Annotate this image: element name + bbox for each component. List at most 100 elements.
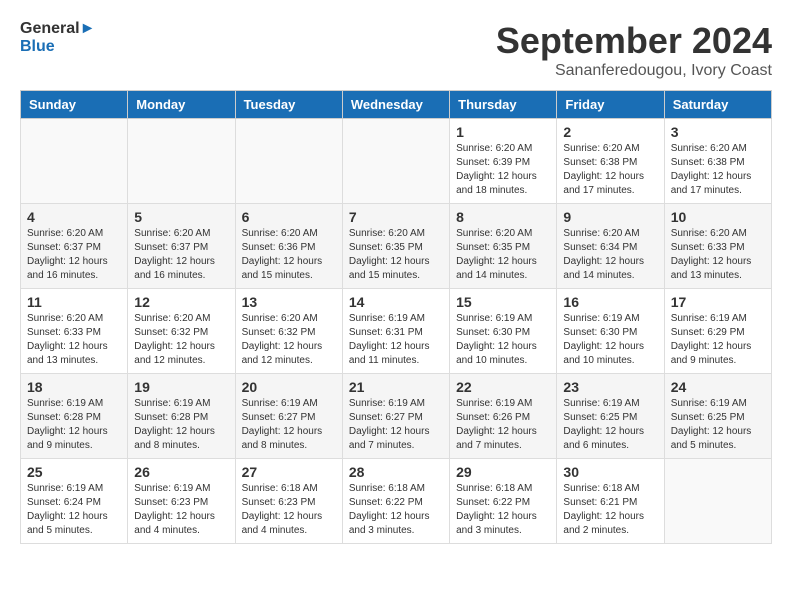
empty-cell <box>21 119 128 204</box>
day-info: Sunrise: 6:20 AMSunset: 6:38 PMDaylight:… <box>671 142 765 198</box>
calendar-day-3: 3 Sunrise: 6:20 AMSunset: 6:38 PMDaylight… <box>664 119 771 204</box>
calendar-day-16: 16Sunrise: 6:19 AMSunset: 6:30 PMDayligh… <box>557 289 664 374</box>
calendar-table: SundayMondayTuesdayWednesdayThursdayFrid… <box>20 90 772 544</box>
logo: General► Blue <box>20 20 95 55</box>
day-number: 9 <box>563 209 657 225</box>
calendar-day-29: 29 Sunrise: 6:18 AMSunset: 6:22 PMDayligh… <box>450 459 557 544</box>
header: General► Blue September 2024 Sananferedo… <box>20 20 772 80</box>
calendar-day-30: 30 Sunrise: 6:18 AMSunset: 6:21 PMDayligh… <box>557 459 664 544</box>
day-number: 29 <box>456 464 550 480</box>
day-number: 26 <box>134 464 228 480</box>
month-title: September 2024 <box>496 20 772 62</box>
calendar-day-28: 28 Sunrise: 6:18 AMSunset: 6:22 PMDayligh… <box>342 459 449 544</box>
location-subtitle: Sananferedougou, Ivory Coast <box>496 62 772 80</box>
day-number: 2 <box>563 124 657 140</box>
day-info: Sunrise: 6:19 AMSunset: 6:28 PMDaylight:… <box>134 397 228 453</box>
day-info: Sunrise: 6:20 AMSunset: 6:37 PMDaylight:… <box>134 227 228 283</box>
day-number: 8 <box>456 209 550 225</box>
day-number: 6 <box>242 209 336 225</box>
calendar-day-2: 2 Sunrise: 6:20 AMSunset: 6:38 PMDaylight… <box>557 119 664 204</box>
day-number: 16 <box>563 294 657 310</box>
day-info: Sunrise: 6:20 AMSunset: 6:35 PMDaylight:… <box>456 227 550 283</box>
day-info: Sunrise: 6:20 AMSunset: 6:32 PMDaylight:… <box>134 312 228 368</box>
day-info: Sunrise: 6:18 AMSunset: 6:22 PMDaylight:… <box>456 482 550 538</box>
day-info: Sunrise: 6:18 AMSunset: 6:22 PMDaylight:… <box>349 482 443 538</box>
day-number: 23 <box>563 379 657 395</box>
weekday-header-wednesday: Wednesday <box>342 91 449 119</box>
day-info: Sunrise: 6:19 AMSunset: 6:29 PMDaylight:… <box>671 312 765 368</box>
day-info: Sunrise: 6:20 AMSunset: 6:37 PMDaylight:… <box>27 227 121 283</box>
day-number: 19 <box>134 379 228 395</box>
calendar-day-20: 20 Sunrise: 6:19 AMSunset: 6:27 PMDayligh… <box>235 374 342 459</box>
day-number: 22 <box>456 379 550 395</box>
calendar-day-8: 8 Sunrise: 6:20 AMSunset: 6:35 PMDaylight… <box>450 204 557 289</box>
calendar-day-9: 9Sunrise: 6:20 AMSunset: 6:34 PMDaylight… <box>557 204 664 289</box>
weekday-header-saturday: Saturday <box>664 91 771 119</box>
day-info: Sunrise: 6:19 AMSunset: 6:30 PMDaylight:… <box>456 312 550 368</box>
day-info: Sunrise: 6:19 AMSunset: 6:25 PMDaylight:… <box>563 397 657 453</box>
calendar-day-26: 26 Sunrise: 6:19 AMSunset: 6:23 PMDayligh… <box>128 459 235 544</box>
calendar-day-5: 5 Sunrise: 6:20 AMSunset: 6:37 PMDaylight… <box>128 204 235 289</box>
day-info: Sunrise: 6:20 AMSunset: 6:32 PMDaylight:… <box>242 312 336 368</box>
day-number: 4 <box>27 209 121 225</box>
day-number: 11 <box>27 294 121 310</box>
day-number: 1 <box>456 124 550 140</box>
day-number: 13 <box>242 294 336 310</box>
day-info: Sunrise: 6:20 AMSunset: 6:33 PMDaylight:… <box>27 312 121 368</box>
calendar-day-10: 10 Sunrise: 6:20 AMSunset: 6:33 PMDayligh… <box>664 204 771 289</box>
calendar-day-22: 22 Sunrise: 6:19 AMSunset: 6:26 PMDayligh… <box>450 374 557 459</box>
day-info: Sunrise: 6:18 AMSunset: 6:21 PMDaylight:… <box>563 482 657 538</box>
day-number: 15 <box>456 294 550 310</box>
day-info: Sunrise: 6:19 AMSunset: 6:23 PMDaylight:… <box>134 482 228 538</box>
weekday-header-sunday: Sunday <box>21 91 128 119</box>
day-number: 18 <box>27 379 121 395</box>
day-number: 5 <box>134 209 228 225</box>
day-number: 24 <box>671 379 765 395</box>
day-info: Sunrise: 6:19 AMSunset: 6:27 PMDaylight:… <box>349 397 443 453</box>
day-info: Sunrise: 6:18 AMSunset: 6:23 PMDaylight:… <box>242 482 336 538</box>
calendar-day-24: 24 Sunrise: 6:19 AMSunset: 6:25 PMDayligh… <box>664 374 771 459</box>
day-info: Sunrise: 6:20 AMSunset: 6:38 PMDaylight:… <box>563 142 657 198</box>
calendar-day-4: 4 Sunrise: 6:20 AMSunset: 6:37 PMDaylight… <box>21 204 128 289</box>
day-number: 10 <box>671 209 765 225</box>
day-info: Sunrise: 6:19 AMSunset: 6:28 PMDaylight:… <box>27 397 121 453</box>
day-info: Sunrise: 6:19 AMSunset: 6:24 PMDaylight:… <box>27 482 121 538</box>
calendar-day-1: 1Sunrise: 6:20 AMSunset: 6:39 PMDaylight… <box>450 119 557 204</box>
calendar-day-11: 11 Sunrise: 6:20 AMSunset: 6:33 PMDayligh… <box>21 289 128 374</box>
logo-wordmark: General► Blue <box>20 20 95 55</box>
day-number: 28 <box>349 464 443 480</box>
day-info: Sunrise: 6:20 AMSunset: 6:36 PMDaylight:… <box>242 227 336 283</box>
empty-cell <box>664 459 771 544</box>
day-number: 3 <box>671 124 765 140</box>
weekday-header-thursday: Thursday <box>450 91 557 119</box>
day-info: Sunrise: 6:20 AMSunset: 6:33 PMDaylight:… <box>671 227 765 283</box>
day-info: Sunrise: 6:19 AMSunset: 6:26 PMDaylight:… <box>456 397 550 453</box>
day-number: 27 <box>242 464 336 480</box>
title-block: September 2024 Sananferedougou, Ivory Co… <box>496 20 772 80</box>
day-number: 17 <box>671 294 765 310</box>
day-info: Sunrise: 6:19 AMSunset: 6:31 PMDaylight:… <box>349 312 443 368</box>
day-info: Sunrise: 6:20 AMSunset: 6:35 PMDaylight:… <box>349 227 443 283</box>
weekday-header-friday: Friday <box>557 91 664 119</box>
calendar-day-19: 19 Sunrise: 6:19 AMSunset: 6:28 PMDayligh… <box>128 374 235 459</box>
calendar-day-23: 23 Sunrise: 6:19 AMSunset: 6:25 PMDayligh… <box>557 374 664 459</box>
calendar-day-21: 21Sunrise: 6:19 AMSunset: 6:27 PMDayligh… <box>342 374 449 459</box>
day-number: 25 <box>27 464 121 480</box>
calendar-day-27: 27 Sunrise: 6:18 AMSunset: 6:23 PMDayligh… <box>235 459 342 544</box>
day-number: 20 <box>242 379 336 395</box>
calendar-day-6: 6 Sunrise: 6:20 AMSunset: 6:36 PMDaylight… <box>235 204 342 289</box>
day-number: 30 <box>563 464 657 480</box>
calendar-day-12: 12Sunrise: 6:20 AMSunset: 6:32 PMDayligh… <box>128 289 235 374</box>
calendar-day-25: 25 Sunrise: 6:19 AMSunset: 6:24 PMDayligh… <box>21 459 128 544</box>
calendar-day-14: 14 Sunrise: 6:19 AMSunset: 6:31 PMDayligh… <box>342 289 449 374</box>
calendar-day-18: 18 Sunrise: 6:19 AMSunset: 6:28 PMDayligh… <box>21 374 128 459</box>
day-info: Sunrise: 6:19 AMSunset: 6:27 PMDaylight:… <box>242 397 336 453</box>
calendar-day-15: 15 Sunrise: 6:19 AMSunset: 6:30 PMDayligh… <box>450 289 557 374</box>
day-info: Sunrise: 6:19 AMSunset: 6:25 PMDaylight:… <box>671 397 765 453</box>
day-number: 14 <box>349 294 443 310</box>
empty-cell <box>128 119 235 204</box>
weekday-header-tuesday: Tuesday <box>235 91 342 119</box>
day-number: 7 <box>349 209 443 225</box>
weekday-header-monday: Monday <box>128 91 235 119</box>
calendar-day-17: 17 Sunrise: 6:19 AMSunset: 6:29 PMDayligh… <box>664 289 771 374</box>
